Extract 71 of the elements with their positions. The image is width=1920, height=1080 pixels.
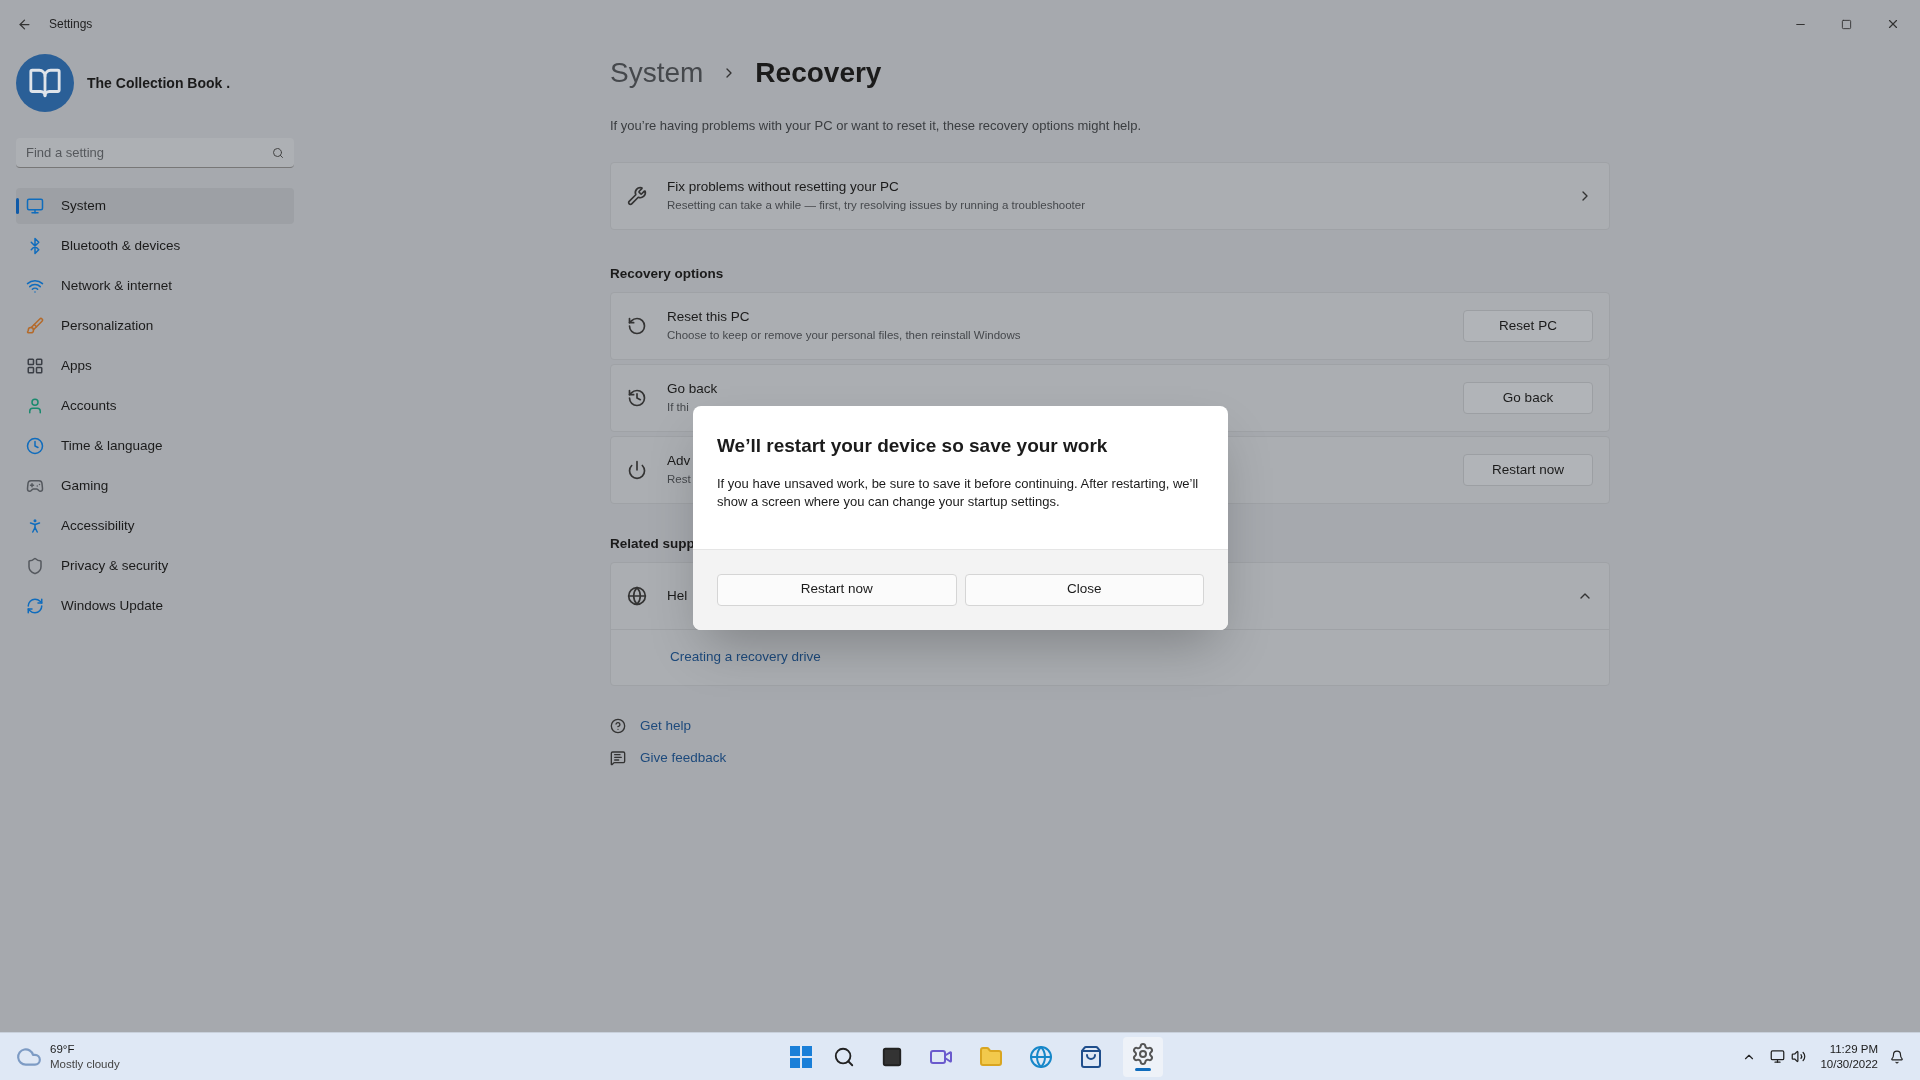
breadcrumb-parent[interactable]: System bbox=[610, 52, 704, 94]
history-icon bbox=[627, 387, 647, 408]
dialog-body: If you have unsaved work, be sure to save it before continuing. After restarting, we’ll show a screen where you can change your startup settings. bbox=[717, 474, 1200, 511]
help-link[interactable]: Give feedback bbox=[640, 748, 727, 769]
sidebar-item[interactable]: Privacy & security bbox=[16, 548, 294, 584]
settings-app-icon[interactable] bbox=[1123, 1036, 1164, 1077]
option-title: Go back bbox=[667, 380, 718, 398]
clock-date[interactable]: 10/30/2022 bbox=[1820, 1056, 1878, 1072]
notification-icon[interactable] bbox=[1890, 1049, 1904, 1064]
option-button[interactable]: Restart now bbox=[1463, 453, 1593, 486]
section-heading: Related supp bbox=[610, 534, 696, 553]
shield-icon bbox=[26, 557, 44, 575]
sidebar-item[interactable]: Gaming bbox=[16, 468, 294, 504]
network-icon[interactable] bbox=[1770, 1049, 1786, 1064]
intro-text: If you’re having problems with your PC or want to reset it, these recovery options might help. bbox=[610, 117, 1143, 135]
sidebar-item[interactable]: Accessibility bbox=[16, 508, 294, 544]
dialog-button[interactable]: Restart now bbox=[717, 573, 957, 606]
task-view-icon[interactable] bbox=[881, 1045, 904, 1068]
weather-temperature: 69°F bbox=[50, 1041, 76, 1057]
gamepad-icon bbox=[26, 477, 44, 495]
option-description: If thi bbox=[667, 400, 689, 416]
help-link[interactable]: Get help bbox=[640, 716, 692, 737]
search-field[interactable]: Find a setting bbox=[16, 138, 294, 168]
card-title: Fix problems without resetting your PC bbox=[667, 177, 900, 196]
search-icon[interactable] bbox=[833, 1045, 856, 1068]
browser-icon[interactable] bbox=[1029, 1044, 1054, 1069]
help-icon bbox=[610, 718, 626, 735]
start-icon[interactable] bbox=[789, 1044, 814, 1069]
wifi-icon bbox=[26, 277, 44, 295]
wrench-icon bbox=[627, 185, 647, 206]
person-icon bbox=[26, 397, 44, 415]
avatar-icon bbox=[16, 54, 74, 112]
apps-grid-icon bbox=[26, 357, 44, 375]
option-description: Rest bbox=[667, 472, 691, 488]
brush-icon bbox=[26, 317, 44, 335]
section-heading: Recovery options bbox=[610, 264, 725, 283]
sidebar-item[interactable]: Windows Update bbox=[16, 588, 294, 624]
support-title: Hel bbox=[667, 586, 688, 605]
fix-problems-card[interactable]: Fix problems without resetting your PC Resetting can take a while — first, try resolving issues by running a troubleshooter bbox=[610, 161, 1610, 230]
feedback-icon bbox=[610, 750, 626, 767]
monitor-icon bbox=[26, 197, 44, 215]
card-description: Resetting can take a while — first, try resolving issues by running a troubleshooter bbox=[667, 198, 1087, 213]
option-button[interactable]: Go back bbox=[1463, 381, 1593, 414]
back-icon[interactable] bbox=[17, 16, 32, 32]
store-icon[interactable] bbox=[1079, 1044, 1104, 1069]
option-button[interactable]: Reset PC bbox=[1463, 309, 1593, 342]
clock-time[interactable]: 11:29 PM bbox=[1829, 1041, 1878, 1057]
close-icon[interactable] bbox=[1886, 17, 1900, 31]
dialog-button[interactable]: Close bbox=[964, 573, 1204, 606]
sidebar-item[interactable]: Apps bbox=[16, 348, 294, 384]
sidebar-item[interactable]: Bluetooth & devices bbox=[16, 228, 294, 264]
update-icon bbox=[26, 597, 44, 615]
option-title: Adv bbox=[667, 452, 691, 470]
sidebar-item[interactable]: Accounts bbox=[16, 388, 294, 424]
option-title: Reset this PC bbox=[667, 308, 750, 326]
recovery-drive-link[interactable]: Creating a recovery drive bbox=[670, 647, 821, 668]
dialog-title: We’ll restart your device so save your work bbox=[717, 434, 1109, 458]
page-title: Recovery bbox=[755, 56, 882, 90]
volume-icon[interactable] bbox=[1791, 1049, 1807, 1064]
option-description: Choose to keep or remove your personal files, then reinstall Windows bbox=[667, 328, 1021, 344]
restore-icon[interactable] bbox=[1841, 18, 1852, 30]
sidebar-item[interactable]: Personalization bbox=[16, 308, 294, 344]
search-icon bbox=[272, 147, 284, 159]
window-title: Settings bbox=[49, 16, 93, 33]
profile-name: The Collection Book . bbox=[87, 73, 231, 93]
reset-icon bbox=[627, 315, 647, 336]
sidebar-item[interactable]: Time & language bbox=[16, 428, 294, 464]
globe-icon bbox=[627, 586, 647, 606]
weather-condition: Mostly cloudy bbox=[50, 1056, 120, 1072]
sidebar-item[interactable]: System bbox=[16, 188, 294, 224]
sidebar-item[interactable]: Network & internet bbox=[16, 268, 294, 304]
